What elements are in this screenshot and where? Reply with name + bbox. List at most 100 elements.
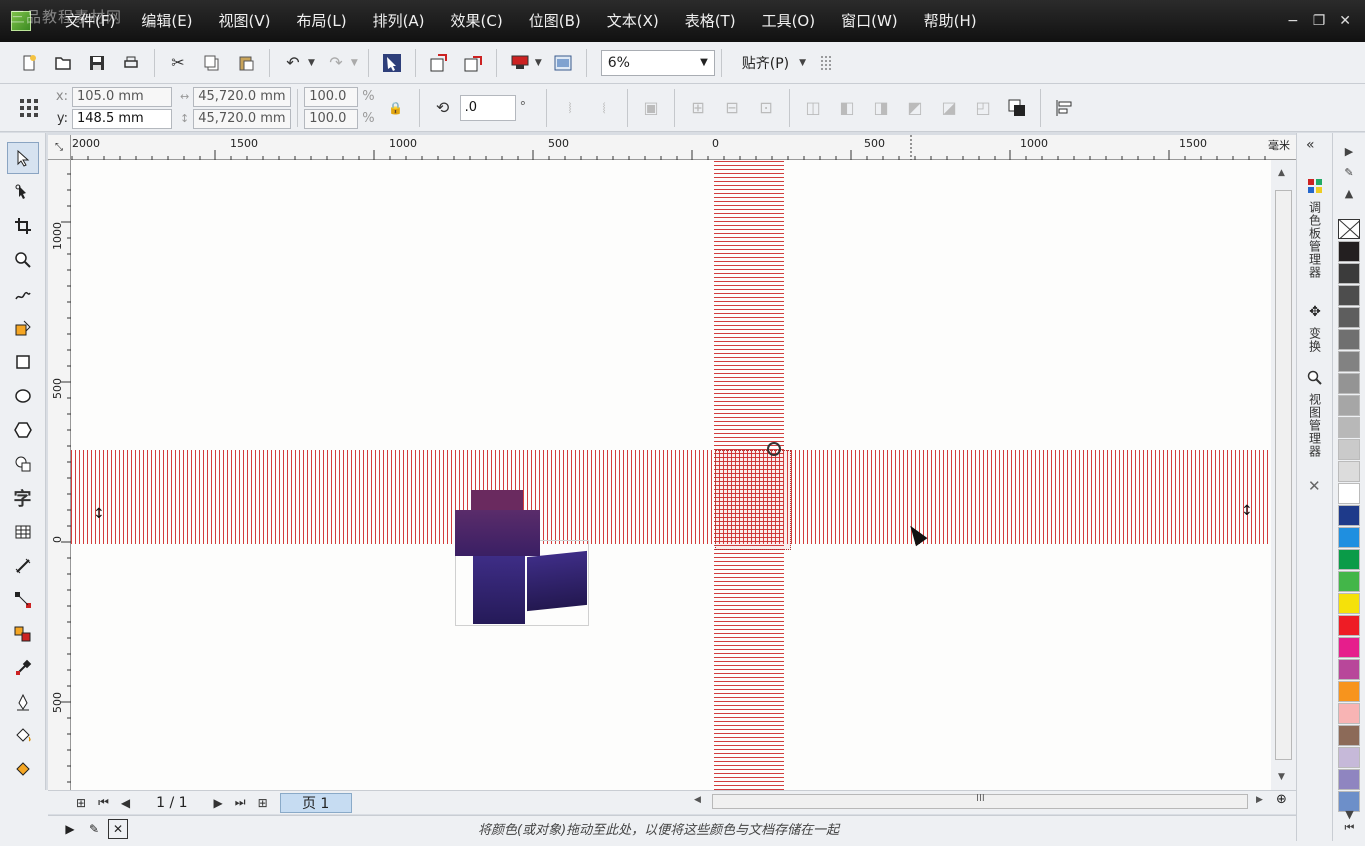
fill-tool-icon[interactable] bbox=[7, 720, 39, 752]
color-swatch[interactable] bbox=[1338, 769, 1360, 790]
x-position-field[interactable]: 105.0 mm bbox=[72, 86, 172, 107]
cut-icon[interactable]: ✂ bbox=[163, 48, 193, 78]
weld-icon[interactable]: ◧ bbox=[832, 93, 862, 123]
front-minus-back-icon[interactable]: ◰ bbox=[968, 93, 998, 123]
horizontal-guide-band[interactable] bbox=[71, 450, 1271, 544]
interactive-fill-icon[interactable] bbox=[7, 754, 39, 786]
docker-tab-transform[interactable]: ✥ 变换 bbox=[1303, 301, 1327, 353]
y-position-field[interactable]: 148.5 mm bbox=[72, 108, 172, 129]
color-swatch[interactable] bbox=[1338, 329, 1360, 350]
color-swatch[interactable] bbox=[1338, 307, 1360, 328]
scale-y-field[interactable]: 100.0 bbox=[304, 108, 359, 129]
collapse-docker-icon[interactable]: « bbox=[1306, 137, 1315, 153]
minimize-icon[interactable]: − bbox=[1287, 13, 1299, 29]
palette-menu-icon[interactable]: ▶ bbox=[1345, 145, 1353, 158]
outline-pen-icon[interactable] bbox=[7, 686, 39, 718]
height-field[interactable]: 45,720.0 mm bbox=[193, 108, 292, 129]
polygon-tool-icon[interactable] bbox=[7, 414, 39, 446]
table-tool-icon[interactable] bbox=[7, 516, 39, 548]
menu-table[interactable]: 表格(T) bbox=[672, 0, 749, 42]
export-icon[interactable] bbox=[458, 48, 488, 78]
copy-icon[interactable] bbox=[197, 48, 227, 78]
color-swatch[interactable] bbox=[1338, 747, 1360, 768]
zoom-tool-icon[interactable] bbox=[7, 244, 39, 276]
horizontal-ruler[interactable]: 2000 1500 1000 500 0 500 1000 1500 毫米 bbox=[48, 135, 1296, 160]
menu-bitmaps[interactable]: 位图(B) bbox=[516, 0, 594, 42]
color-swatch[interactable] bbox=[1338, 439, 1360, 460]
color-swatch[interactable] bbox=[1338, 505, 1360, 526]
color-swatch[interactable] bbox=[1338, 483, 1360, 504]
undo-dropdown-icon[interactable]: ▼ bbox=[308, 58, 315, 68]
color-swatch[interactable] bbox=[1338, 681, 1360, 702]
menu-window[interactable]: 窗口(W) bbox=[828, 0, 911, 42]
vertical-ruler[interactable]: 1000 500 0 500 bbox=[48, 160, 71, 790]
restore-icon[interactable]: ❐ bbox=[1313, 13, 1326, 29]
docker-tab-view-manager[interactable]: 视图管理器 bbox=[1303, 367, 1327, 458]
freehand-tool-icon[interactable] bbox=[7, 278, 39, 310]
packaging-box-image[interactable] bbox=[455, 490, 589, 626]
ruler-origin-icon[interactable]: ⤡ bbox=[48, 135, 71, 160]
trim-icon[interactable]: ◨ bbox=[866, 93, 896, 123]
selected-object[interactable] bbox=[715, 450, 791, 550]
scroll-down-icon[interactable]: ▼ bbox=[1278, 772, 1285, 782]
vertical-scrollbar[interactable]: ▲ ▼ bbox=[1271, 160, 1296, 790]
close-icon[interactable]: ✕ bbox=[1339, 13, 1351, 29]
create-boundary-icon[interactable] bbox=[1002, 93, 1032, 123]
mirror-horizontal-icon[interactable]: ⧘ bbox=[555, 93, 585, 123]
eyedropper-icon[interactable]: ✎ bbox=[84, 819, 104, 839]
search-content-icon[interactable] bbox=[377, 48, 407, 78]
color-swatch[interactable] bbox=[1338, 417, 1360, 438]
crop-tool-icon[interactable] bbox=[7, 210, 39, 242]
skew-handle-left[interactable]: ↕ bbox=[93, 506, 105, 522]
scroll-up-icon[interactable]: ▲ bbox=[1278, 168, 1285, 178]
first-page-icon[interactable]: ⏮ bbox=[98, 795, 109, 810]
color-swatch[interactable] bbox=[1338, 725, 1360, 746]
scale-x-field[interactable]: 100.0 bbox=[304, 86, 359, 107]
application-launcher-icon[interactable] bbox=[505, 48, 535, 78]
new-document-icon[interactable] bbox=[14, 48, 44, 78]
import-icon[interactable] bbox=[424, 48, 454, 78]
color-swatch[interactable] bbox=[1338, 593, 1360, 614]
menu-effects[interactable]: 效果(C) bbox=[438, 0, 516, 42]
menu-view[interactable]: 视图(V) bbox=[206, 0, 284, 42]
menu-layout[interactable]: 布局(L) bbox=[284, 0, 360, 42]
options-icon[interactable] bbox=[812, 48, 842, 78]
color-swatch[interactable] bbox=[1338, 615, 1360, 636]
launcher-dropdown-icon[interactable]: ▼ bbox=[535, 58, 542, 68]
color-swatch[interactable] bbox=[1338, 285, 1360, 306]
pick-tool-icon[interactable] bbox=[6, 142, 39, 174]
snap-dropdown-icon[interactable]: ▼ bbox=[799, 58, 806, 68]
snap-to-button[interactable]: 贴齐(P) bbox=[742, 53, 789, 73]
print-icon[interactable] bbox=[116, 48, 146, 78]
color-swatch[interactable] bbox=[1338, 571, 1360, 592]
scroll-thumb[interactable] bbox=[1275, 190, 1292, 760]
menu-help[interactable]: 帮助(H) bbox=[911, 0, 990, 42]
rotation-angle-field[interactable]: .0 bbox=[459, 94, 516, 121]
close-docker-icon[interactable]: ✕ bbox=[1308, 477, 1321, 495]
open-icon[interactable] bbox=[48, 48, 78, 78]
text-tool-icon[interactable]: 字 bbox=[7, 482, 39, 514]
lock-ratio-icon[interactable]: 🔒 bbox=[381, 93, 411, 123]
ungroup-icon[interactable]: ⊟ bbox=[717, 93, 747, 123]
shape-tool-icon[interactable] bbox=[7, 176, 39, 208]
width-field[interactable]: 45,720.0 mm bbox=[193, 86, 292, 107]
to-front-icon[interactable]: ▣ bbox=[636, 93, 666, 123]
mirror-vertical-icon[interactable]: ⧙ bbox=[589, 93, 619, 123]
color-swatch[interactable] bbox=[1338, 461, 1360, 482]
redo-dropdown-icon[interactable]: ▼ bbox=[351, 58, 358, 68]
color-swatch[interactable] bbox=[1338, 351, 1360, 372]
color-swatch[interactable] bbox=[1338, 703, 1360, 724]
menu-tools[interactable]: 工具(O) bbox=[749, 0, 829, 42]
page-tab[interactable]: 页 1 bbox=[279, 792, 352, 813]
page-origin-icon[interactable] bbox=[14, 93, 44, 123]
intersect-icon[interactable]: ◩ bbox=[900, 93, 930, 123]
undo-icon[interactable]: ↶ bbox=[278, 48, 308, 78]
menu-arrange[interactable]: 排列(A) bbox=[360, 0, 438, 42]
scroll-left-icon[interactable]: ◀ bbox=[694, 795, 701, 805]
color-swatch[interactable] bbox=[1338, 659, 1360, 680]
ungroup-all-icon[interactable]: ⊡ bbox=[751, 93, 781, 123]
basic-shapes-icon[interactable] bbox=[7, 448, 39, 480]
skew-handle-right[interactable]: ↕ bbox=[1241, 503, 1253, 519]
eyedropper-tool-icon[interactable] bbox=[7, 652, 39, 684]
add-page-after-icon[interactable]: ⊞ bbox=[258, 796, 268, 810]
